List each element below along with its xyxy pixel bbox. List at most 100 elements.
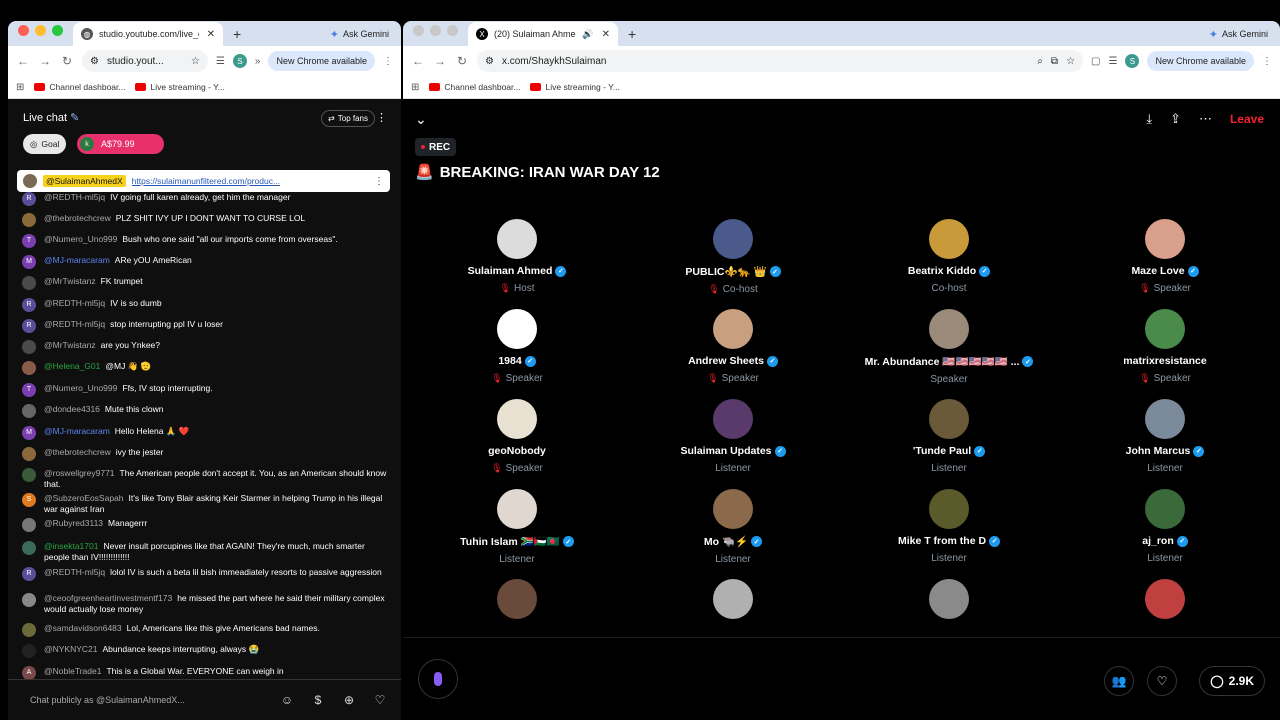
message-author[interactable]: @SubzeroEosSapah xyxy=(44,493,124,503)
bookmark-channel-dashboard[interactable]: Channel dashboar... xyxy=(429,82,520,92)
tab-youtube-chat[interactable]: ◍ studio.youtube.com/live_chat ✕ xyxy=(73,22,223,46)
participant[interactable]: PUBLIC⚜️🐆 👑 ✓ 🎙 Co-host xyxy=(625,219,841,295)
chat-message[interactable]: M @MJ-maracaram ARe yOU AmeRican xyxy=(22,255,392,269)
participant[interactable]: Mr. Abundance 🇺🇸🇺🇸🇺🇸🇺🇸🇺🇸 ... ✓ Speaker xyxy=(841,309,1057,385)
new-tab-button[interactable]: + xyxy=(223,26,251,46)
ask-gemini-button[interactable]: ✦ Ask Gemini xyxy=(1203,25,1274,43)
participant[interactable] xyxy=(841,579,1057,619)
address-bar[interactable]: ⚙ studio.yout... ☆ xyxy=(82,50,208,72)
chat-message[interactable]: T @Numero_Uno999 Bush who one said "all ou… xyxy=(22,234,392,248)
new-chrome-button[interactable]: New Chrome available xyxy=(268,51,375,71)
bookmark-star-icon[interactable]: ☆ xyxy=(191,56,200,67)
avatar[interactable] xyxy=(22,276,36,290)
message-author[interactable]: @MrTwistanz xyxy=(44,340,96,350)
message-author[interactable]: @Numero_Uno999 xyxy=(44,383,117,393)
chat-message[interactable]: @dondee4316 Mute this clown xyxy=(22,404,392,418)
chat-message[interactable]: @thebrotechcrew PLZ SHIT IVY UP I DONT WA… xyxy=(22,213,392,227)
site-info-icon[interactable]: ⚙ xyxy=(485,56,494,67)
super-chat-icon[interactable]: $ xyxy=(309,691,327,709)
pinned-link[interactable]: https://sulaimanunfiltered.com/produc... xyxy=(132,176,368,186)
message-author[interactable]: @MrTwistanz xyxy=(44,276,96,286)
chat-message[interactable]: @Helena_G01 @MJ 👋 🫡 xyxy=(22,361,392,375)
participant[interactable]: Mo 🐃⚡ ✓ Listener xyxy=(625,489,841,565)
install-icon[interactable]: ⧉ xyxy=(1051,56,1058,67)
chat-menu-icon[interactable]: ⋮ xyxy=(376,111,387,124)
close-tab-icon[interactable]: ✕ xyxy=(207,29,215,40)
avatar[interactable] xyxy=(497,579,537,619)
avatar[interactable]: M xyxy=(22,255,36,269)
participant[interactable] xyxy=(409,579,625,619)
chat-message[interactable]: @MrTwistanz are you Ynkee? xyxy=(22,340,392,354)
extensions-icon[interactable]: ▢ xyxy=(1091,56,1100,67)
message-author[interactable]: @NobleTrade1 xyxy=(44,666,101,676)
more-options-icon[interactable]: ⋯ xyxy=(1199,111,1212,127)
apps-grid-icon[interactable]: ⊞ xyxy=(411,82,419,93)
message-author[interactable]: @samdavidson6483 xyxy=(44,623,122,633)
avatar[interactable] xyxy=(22,541,36,555)
audio-icon[interactable]: 🔊 xyxy=(582,29,593,40)
avatar[interactable] xyxy=(713,489,753,529)
bookmark-live-streaming[interactable]: Live streaming - Y... xyxy=(135,82,225,92)
new-tab-button[interactable]: + xyxy=(618,26,646,46)
participant[interactable]: matrixresistance 🎙 Speaker xyxy=(1057,309,1273,384)
people-button[interactable]: 👥 xyxy=(1104,666,1134,696)
maximize-window-button[interactable] xyxy=(447,25,458,36)
top-fans-dropdown[interactable]: ⇄ Top fans xyxy=(321,110,375,127)
message-author[interactable]: @insekta1701 xyxy=(44,541,98,551)
address-bar[interactable]: ⚙ x.com/ShaykhSulaiman ⌕ ⧉ ☆ xyxy=(477,50,1084,72)
participant[interactable]: Sulaiman Updates ✓ Listener xyxy=(625,399,841,474)
chat-message[interactable]: R @REDTH-ml5jq IV is so dumb xyxy=(22,298,392,312)
avatar[interactable]: T xyxy=(22,234,36,248)
maximize-window-button[interactable] xyxy=(52,25,63,36)
participant[interactable]: aj_ron ✓ Listener xyxy=(1057,489,1273,564)
minimize-window-button[interactable] xyxy=(430,25,441,36)
avatar[interactable] xyxy=(929,579,969,619)
message-author[interactable]: @REDTH-ml5jq xyxy=(44,298,105,308)
participant[interactable]: geoNobody 🎙 Speaker xyxy=(409,399,625,474)
participant[interactable]: Mike T from the D ✓ Listener xyxy=(841,489,1057,564)
participant[interactable]: Beatrix Kiddo ✓ Co-host xyxy=(841,219,1057,294)
chat-message[interactable]: @thebrotechcrew ivy the jester xyxy=(22,447,392,461)
avatar[interactable]: S xyxy=(22,493,36,507)
message-author[interactable]: @dondee4316 xyxy=(44,404,100,414)
chat-message[interactable]: @Rubyred3113 Managerrr xyxy=(22,518,392,532)
back-icon[interactable]: ← xyxy=(411,54,425,68)
chat-message[interactable]: R @REDTH-ml5jq stop interrupting ppl IV u … xyxy=(22,319,392,333)
chat-message-list[interactable]: R @REDTH-ml5jq IV going full karen already… xyxy=(8,192,401,682)
avatar[interactable] xyxy=(929,399,969,439)
forward-icon[interactable]: → xyxy=(38,54,52,68)
pinned-menu-icon[interactable]: ⋮ xyxy=(374,176,384,187)
avatar[interactable]: A xyxy=(22,666,36,680)
message-author[interactable]: @thebrotechcrew xyxy=(44,447,111,457)
chat-message[interactable]: @ceoofgreenheartinvestmentf173 he missed … xyxy=(22,593,392,614)
message-author[interactable]: @MJ-maracaram xyxy=(44,426,110,436)
avatar[interactable]: R xyxy=(22,567,36,581)
ask-gemini-button[interactable]: ✦ Ask Gemini xyxy=(324,25,395,43)
avatar[interactable] xyxy=(22,623,36,637)
chat-message[interactable]: R @REDTH-ml5jq lolol IV is such a beta lil… xyxy=(22,567,392,581)
avatar[interactable] xyxy=(22,213,36,227)
minimize-window-button[interactable] xyxy=(35,25,46,36)
message-author[interactable]: @MJ-maracaram xyxy=(44,255,110,265)
avatar[interactable]: T xyxy=(22,383,36,397)
avatar[interactable] xyxy=(1145,399,1185,439)
avatar[interactable] xyxy=(22,361,36,375)
avatar[interactable] xyxy=(497,399,537,439)
avatar[interactable] xyxy=(929,219,969,259)
add-reaction-icon[interactable]: ⊕ xyxy=(340,691,358,709)
chat-message[interactable]: @samdavidson6483 Lol, Americans like this… xyxy=(22,623,392,637)
reading-list-icon[interactable]: ☰ xyxy=(1108,56,1117,67)
reading-list-icon[interactable]: ☰ xyxy=(216,56,225,67)
avatar[interactable] xyxy=(22,644,36,658)
message-author[interactable]: @REDTH-ml5jq xyxy=(44,567,105,577)
avatar[interactable] xyxy=(1145,219,1185,259)
back-icon[interactable]: ← xyxy=(16,54,30,68)
message-author[interactable]: @thebrotechcrew xyxy=(44,213,111,223)
avatar[interactable] xyxy=(929,489,969,529)
super-chat-ticker[interactable]: k A$79.99 xyxy=(77,134,164,154)
pinned-message[interactable]: @SulaimanAhmedX https://sulaimanunfilter… xyxy=(17,170,390,192)
share-icon[interactable]: ⇪ xyxy=(1170,111,1181,127)
participant[interactable]: John Marcus ✓ Listener xyxy=(1057,399,1273,474)
bookmark-star-icon[interactable]: ☆ xyxy=(1066,56,1075,67)
message-author[interactable]: @Numero_Uno999 xyxy=(44,234,117,244)
